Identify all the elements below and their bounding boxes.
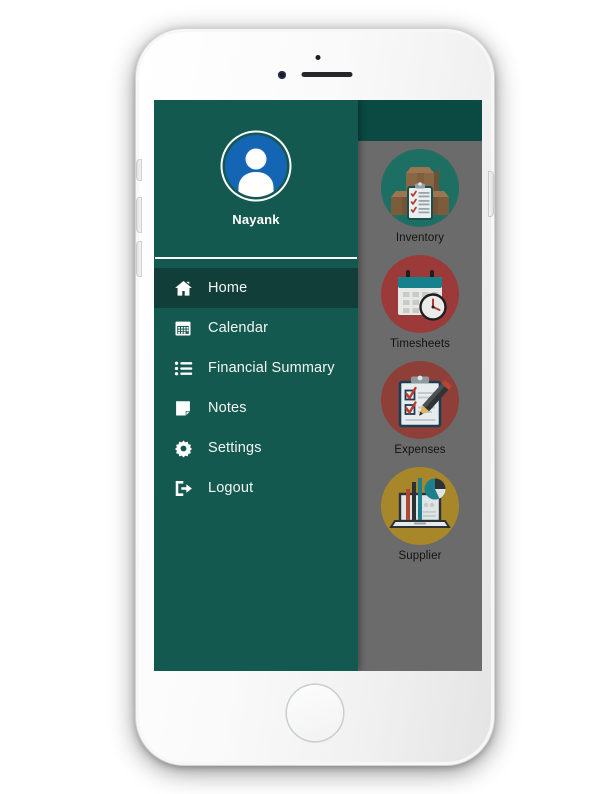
sidebar-item-label: Calendar <box>208 320 269 336</box>
earpiece-speaker <box>301 72 353 77</box>
drawer-menu: Home Calendar Financial Summary Notes Se… <box>154 259 358 508</box>
power-button[interactable] <box>489 172 493 216</box>
avatar[interactable] <box>225 134 287 197</box>
boxes-clipboard-icon <box>381 149 459 227</box>
sidebar-item-calendar[interactable]: Calendar <box>154 308 358 348</box>
proximity-sensor-icon <box>315 55 321 60</box>
volume-down-button[interactable] <box>137 242 141 276</box>
front-camera-icon <box>278 71 286 79</box>
shortcut-label-supplier: Supplier <box>398 550 442 562</box>
sidebar-item-logout[interactable]: Logout <box>154 468 358 508</box>
list-icon <box>172 357 194 379</box>
shortcut-tile-expenses[interactable]: Expenses <box>364 361 476 456</box>
shortcut-label-timesheets: Timesheets <box>389 338 450 350</box>
silent-switch-button[interactable] <box>137 160 141 180</box>
shortcut-tile-inventory[interactable]: Inventory <box>364 149 476 244</box>
sidebar-item-label: Home <box>208 280 248 296</box>
sidebar-item-label: Notes <box>208 400 247 416</box>
user-avatar-icon <box>238 148 274 197</box>
calendar-icon <box>172 317 194 339</box>
note-icon <box>172 397 194 419</box>
shortcut-label-inventory: Inventory <box>395 232 445 244</box>
gear-icon <box>172 437 194 459</box>
sidebar-item-settings[interactable]: Settings <box>154 428 358 468</box>
sidebar-item-label: Settings <box>208 440 262 456</box>
phone-body: Inventory Timesheets Expenses Supplier N… <box>137 32 493 762</box>
shortcut-tile-supplier[interactable]: Supplier <box>364 467 476 562</box>
sidebar-item-label: Logout <box>208 480 254 496</box>
sidebar-item-home[interactable]: Home <box>154 268 358 308</box>
shortcut-tile-timesheets[interactable]: Timesheets <box>364 255 476 350</box>
home-button[interactable] <box>287 685 343 741</box>
shortcut-grid: Inventory Timesheets Expenses Supplier <box>358 141 482 562</box>
volume-up-button[interactable] <box>137 198 141 232</box>
sidebar-item-notes[interactable]: Notes <box>154 388 358 428</box>
sidebar-item-label: Financial Summary <box>208 360 335 376</box>
logout-icon <box>172 477 194 499</box>
drawer-username: Nayank <box>232 211 280 227</box>
clipboard-pencil-icon <box>381 361 459 439</box>
navigation-drawer: Nayank Home Calendar Financial Summary N… <box>154 100 358 671</box>
calendar-clock-icon <box>381 255 459 333</box>
sidebar-item-financial-summary[interactable]: Financial Summary <box>154 348 358 388</box>
laptop-charts-icon <box>381 467 459 545</box>
drawer-header: Nayank <box>154 100 358 257</box>
phone-mockup: Inventory Timesheets Expenses Supplier N… <box>136 29 494 765</box>
phone-screen: Inventory Timesheets Expenses Supplier N… <box>154 100 482 671</box>
home-icon <box>172 277 194 299</box>
shortcut-label-expenses: Expenses <box>394 444 446 456</box>
